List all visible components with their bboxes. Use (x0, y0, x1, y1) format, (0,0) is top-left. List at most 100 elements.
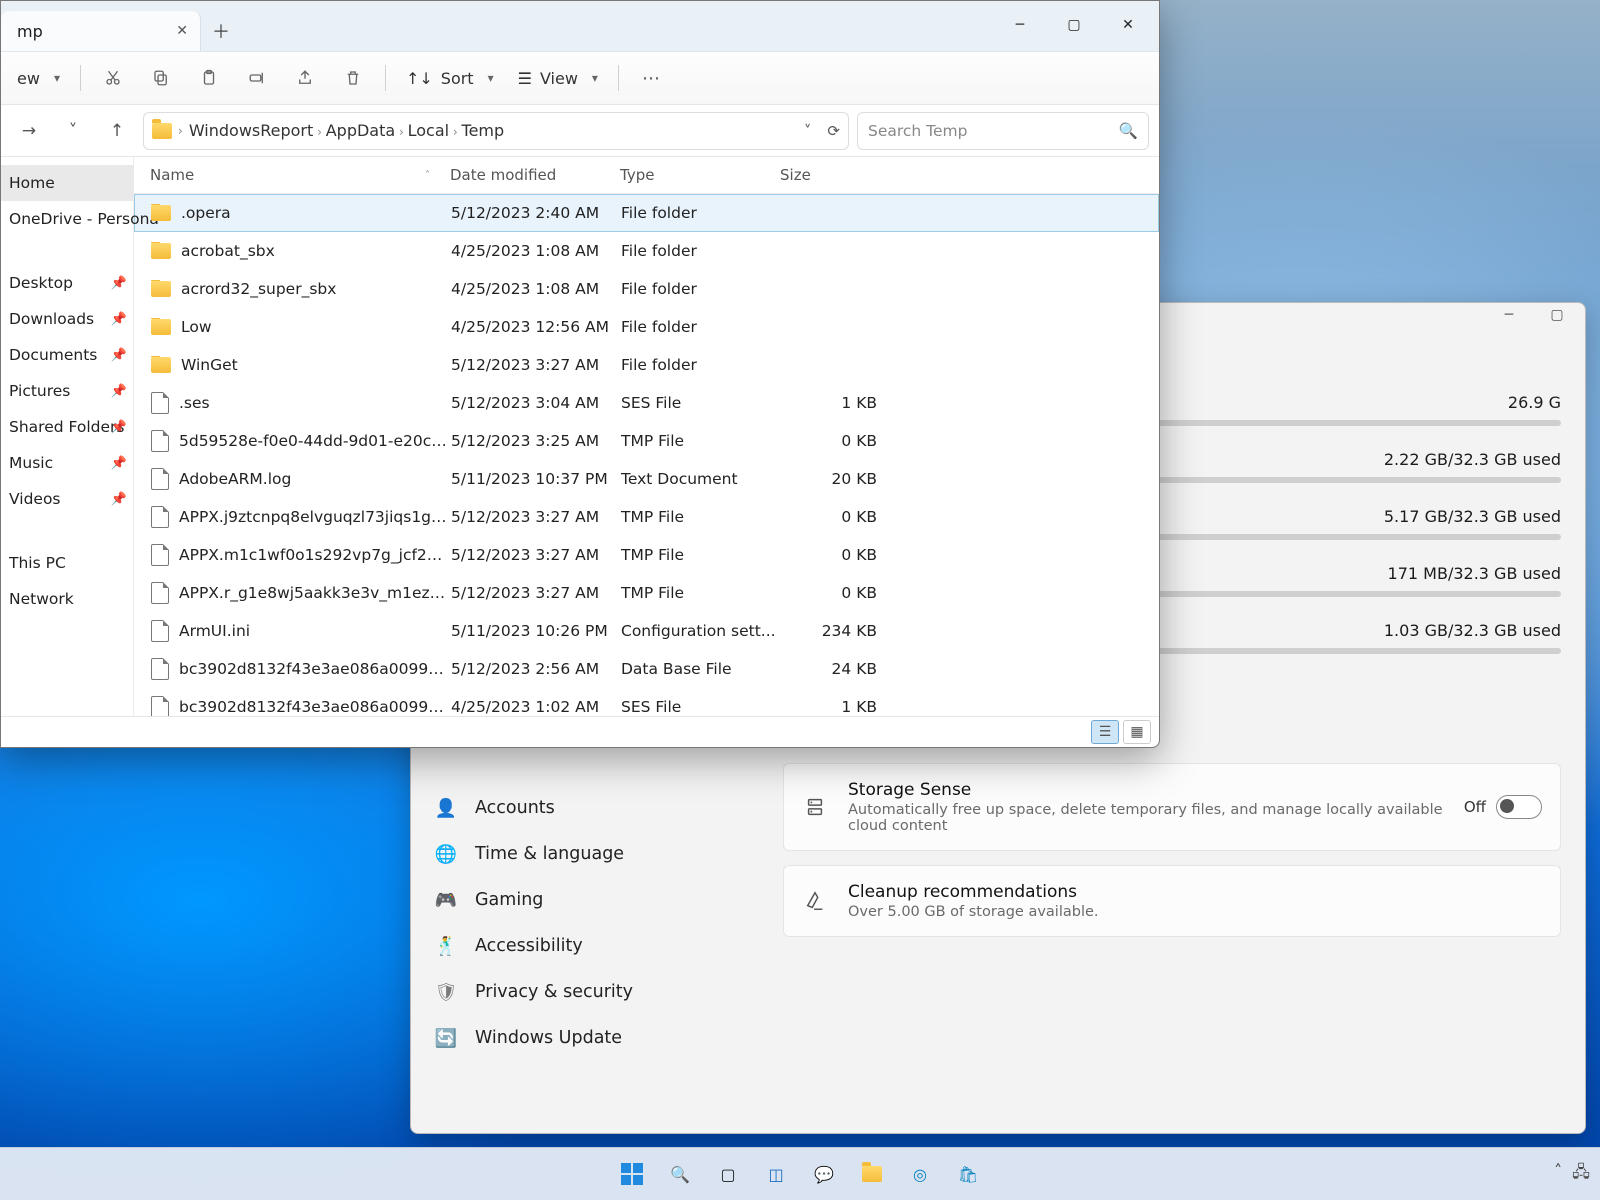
details-view-button[interactable]: ☰ (1091, 720, 1119, 744)
taskbar-edge[interactable]: ◎ (903, 1157, 937, 1191)
breadcrumb-segment[interactable]: AppData (326, 121, 395, 140)
file-row[interactable]: .opera5/12/2023 2:40 AMFile folder (134, 194, 1159, 232)
sort-button[interactable]: ↑↓ Sort (396, 58, 504, 98)
sidebar-item-onedrive[interactable]: OneDrive - Persona (1, 201, 133, 237)
file-row[interactable]: 5d59528e-f0e0-44dd-9d01-e20c748d067f....… (134, 422, 1159, 460)
settings-nav-item[interactable]: 🎮Gaming (421, 877, 761, 923)
breadcrumb-segment[interactable]: Local (408, 121, 449, 140)
explorer-tab[interactable]: mp ✕ (1, 11, 201, 51)
taskbar-store[interactable]: 🛍 (951, 1157, 985, 1191)
file-row[interactable]: bc3902d8132f43e3ae086a009979fa88.db5/12/… (134, 650, 1159, 688)
breadcrumb-segment[interactable]: Temp (462, 121, 505, 140)
cleanup-icon (802, 888, 828, 914)
new-tab-button[interactable]: ＋ (201, 11, 241, 51)
column-headers: Name ˄ Date modified Type Size (134, 157, 1159, 194)
new-button-label: ew (17, 69, 40, 88)
cut-button[interactable] (91, 58, 135, 98)
file-type: SES File (621, 698, 781, 716)
close-button[interactable]: ✕ (1101, 7, 1155, 43)
file-row[interactable]: .ses5/12/2023 3:04 AMSES File1 KB (134, 384, 1159, 422)
task-view-button[interactable]: ▢ (711, 1157, 745, 1191)
sidebar-item-quick[interactable]: Desktop📌 (1, 265, 133, 301)
settings-nav-item[interactable]: 🌐Time & language (421, 831, 761, 877)
view-button[interactable]: ☰ View (508, 58, 608, 98)
search-input[interactable]: Search Temp 🔍 (857, 112, 1149, 150)
file-row[interactable]: acrobat_sbx4/25/2023 1:08 AMFile folder (134, 232, 1159, 270)
sidebar-item-quick[interactable]: Music📌 (1, 445, 133, 481)
cleanup-recommendations-card[interactable]: Cleanup recommendations Over 5.00 GB of … (783, 865, 1561, 937)
column-label: Date modified (450, 166, 556, 184)
taskbar-file-explorer[interactable] (855, 1157, 889, 1191)
settings-maximize-button[interactable]: ▢ (1533, 303, 1581, 327)
explorer-status-bar: ☰ ▦ (1, 716, 1159, 747)
file-size: 0 KB (781, 508, 901, 526)
tray-expand-icon[interactable]: ˄ (1554, 1161, 1562, 1188)
settings-nav-item[interactable]: 👤Accounts (421, 785, 761, 831)
file-date: 5/12/2023 3:27 AM (451, 356, 621, 374)
new-button[interactable]: ew (7, 58, 70, 98)
rename-button[interactable] (235, 58, 279, 98)
column-label: Name (150, 166, 194, 184)
folder-icon (862, 1166, 882, 1182)
settings-nav-item[interactable]: 🕺Accessibility (421, 923, 761, 969)
settings-nav-item[interactable]: 🔄Windows Update (421, 1015, 761, 1061)
settings-nav-item[interactable]: 🛡Privacy & security (421, 969, 761, 1015)
recent-locations-button[interactable]: ˅ (55, 113, 91, 149)
sidebar-item-quick[interactable]: Documents📌 (1, 337, 133, 373)
toolbar-separator (385, 65, 386, 91)
sidebar-item-quick[interactable]: Videos📌 (1, 481, 133, 517)
column-name[interactable]: Name ˄ (150, 166, 450, 184)
settings-nav-icon: 🔄 (435, 1027, 457, 1049)
paste-button[interactable] (187, 58, 231, 98)
up-button[interactable]: ↑ (99, 113, 135, 149)
file-row[interactable]: bc3902d8132f43e3ae086a009979fa88.db.ses4… (134, 688, 1159, 716)
file-name: acrord32_super_sbx (181, 280, 336, 298)
tab-close-button[interactable]: ✕ (176, 23, 188, 39)
sidebar-item-quick[interactable]: Pictures📌 (1, 373, 133, 409)
file-row[interactable]: APPX.r_g1e8wj5aakk3e3v_m1ezg0h.tmp5/12/2… (134, 574, 1159, 612)
file-date: 4/25/2023 1:02 AM (451, 698, 621, 716)
file-row[interactable]: ArmUI.ini5/11/2023 10:26 PMConfiguration… (134, 612, 1159, 650)
breadcrumb-segment[interactable]: WindowsReport (189, 121, 313, 140)
column-type[interactable]: Type (620, 166, 780, 184)
storage-sense-toggle[interactable]: Off (1464, 795, 1542, 819)
file-row[interactable]: APPX.j9ztcnpq8elvguqzl73jiqs1g.tmp5/12/2… (134, 498, 1159, 536)
file-row[interactable]: WinGet5/12/2023 3:27 AMFile folder (134, 346, 1159, 384)
start-button[interactable] (615, 1157, 649, 1191)
sidebar-item-quick[interactable]: Downloads📌 (1, 301, 133, 337)
refresh-button[interactable]: ⟳ (827, 122, 840, 140)
sidebar-item-home[interactable]: Home (1, 165, 133, 201)
column-date[interactable]: Date modified (450, 166, 620, 184)
forward-button[interactable]: → (11, 113, 47, 149)
more-button[interactable]: ⋯ (629, 58, 673, 98)
sidebar-item-this-pc[interactable]: This PC (1, 545, 133, 581)
system-tray[interactable]: ˄ 🖧 (1554, 1161, 1590, 1188)
maximize-button[interactable]: ▢ (1047, 7, 1101, 43)
breadcrumb[interactable]: › WindowsReport › AppData › Local › Temp… (143, 112, 849, 150)
file-date: 5/12/2023 3:27 AM (451, 584, 621, 602)
file-date: 5/12/2023 3:27 AM (451, 508, 621, 526)
tab-title: mp (17, 22, 43, 41)
sidebar-item-quick[interactable]: Shared Folders📌 (1, 409, 133, 445)
file-row[interactable]: Low4/25/2023 12:56 AMFile folder (134, 308, 1159, 346)
file-row[interactable]: AdobeARM.log5/11/2023 10:37 PMText Docum… (134, 460, 1159, 498)
sidebar-item-network[interactable]: Network (1, 581, 133, 617)
storage-sense-card[interactable]: Storage Sense Automatically free up spac… (783, 763, 1561, 851)
tray-network-icon[interactable]: 🖧 (1572, 1161, 1590, 1188)
toggle-pill[interactable] (1496, 795, 1542, 819)
widgets-button[interactable]: ◫ (759, 1157, 793, 1191)
delete-button[interactable] (331, 58, 375, 98)
sidebar-item-label: OneDrive - Persona (9, 210, 159, 228)
minimize-button[interactable]: ─ (993, 7, 1047, 43)
taskbar-search-button[interactable]: 🔍 (663, 1157, 697, 1191)
file-row[interactable]: APPX.m1c1wf0o1s292vp7g_jcf271g.tmp5/12/2… (134, 536, 1159, 574)
sort-button-label: Sort (441, 69, 474, 88)
settings-minimize-button[interactable]: ─ (1485, 303, 1533, 327)
large-icons-view-button[interactable]: ▦ (1123, 720, 1151, 744)
file-row[interactable]: acrord32_super_sbx4/25/2023 1:08 AMFile … (134, 270, 1159, 308)
chat-button[interactable]: 💬 (807, 1157, 841, 1191)
share-button[interactable] (283, 58, 327, 98)
column-size[interactable]: Size (780, 166, 900, 184)
copy-button[interactable] (139, 58, 183, 98)
breadcrumb-dropdown-button[interactable]: ˅ (804, 122, 812, 140)
